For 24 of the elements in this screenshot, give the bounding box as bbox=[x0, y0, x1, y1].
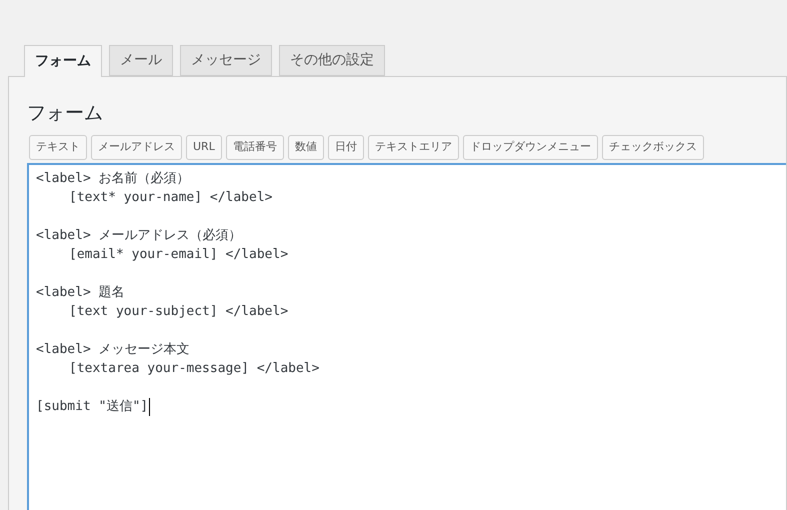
code-line: [textarea your-message] </label> bbox=[68, 360, 320, 378]
code-line: <label> お名前（必須） bbox=[36, 170, 190, 188]
tab[interactable]: メール bbox=[109, 45, 173, 76]
tab[interactable]: メッセージ bbox=[180, 45, 272, 76]
tab[interactable]: フォーム bbox=[24, 45, 102, 77]
tag-button[interactable]: チェックボックス bbox=[602, 135, 704, 160]
tag-button[interactable]: メールアドレス bbox=[91, 135, 182, 160]
tab[interactable]: その他の設定 bbox=[279, 45, 385, 76]
tag-button[interactable]: テキストエリア bbox=[368, 135, 459, 160]
panel-heading: フォーム bbox=[27, 101, 103, 125]
tag-button[interactable]: 数値 bbox=[288, 135, 324, 160]
tag-button[interactable]: 電話番号 bbox=[226, 135, 284, 160]
code-line: <label> メッセージ本文 bbox=[36, 341, 190, 359]
code-line: [text your-subject] </label> bbox=[68, 303, 288, 321]
code-line: <label> メールアドレス（必須） bbox=[36, 227, 242, 245]
tag-button[interactable]: ドロップダウンメニュー bbox=[462, 135, 598, 160]
form-editor[interactable]: <label> お名前（必須） [text* your-name] </label> <label> メールアドレス（必須） [email* your-email] </label> <label> 題名 [text your-subject] </label> <label> メッセージ本文 [textarea your-message] </label> [submit "送信"] bbox=[27, 163, 786, 510]
code-line: [email* your-email] </label> bbox=[68, 246, 288, 264]
tag-button[interactable]: テキスト bbox=[29, 135, 87, 160]
code-line: [text* your-name] </label> bbox=[68, 189, 272, 207]
code-line: [submit "送信"] bbox=[36, 398, 148, 416]
tag-button[interactable]: 日付 bbox=[328, 135, 364, 160]
tag-button[interactable]: URL bbox=[186, 135, 222, 160]
code-line: <label> 題名 bbox=[36, 284, 125, 302]
